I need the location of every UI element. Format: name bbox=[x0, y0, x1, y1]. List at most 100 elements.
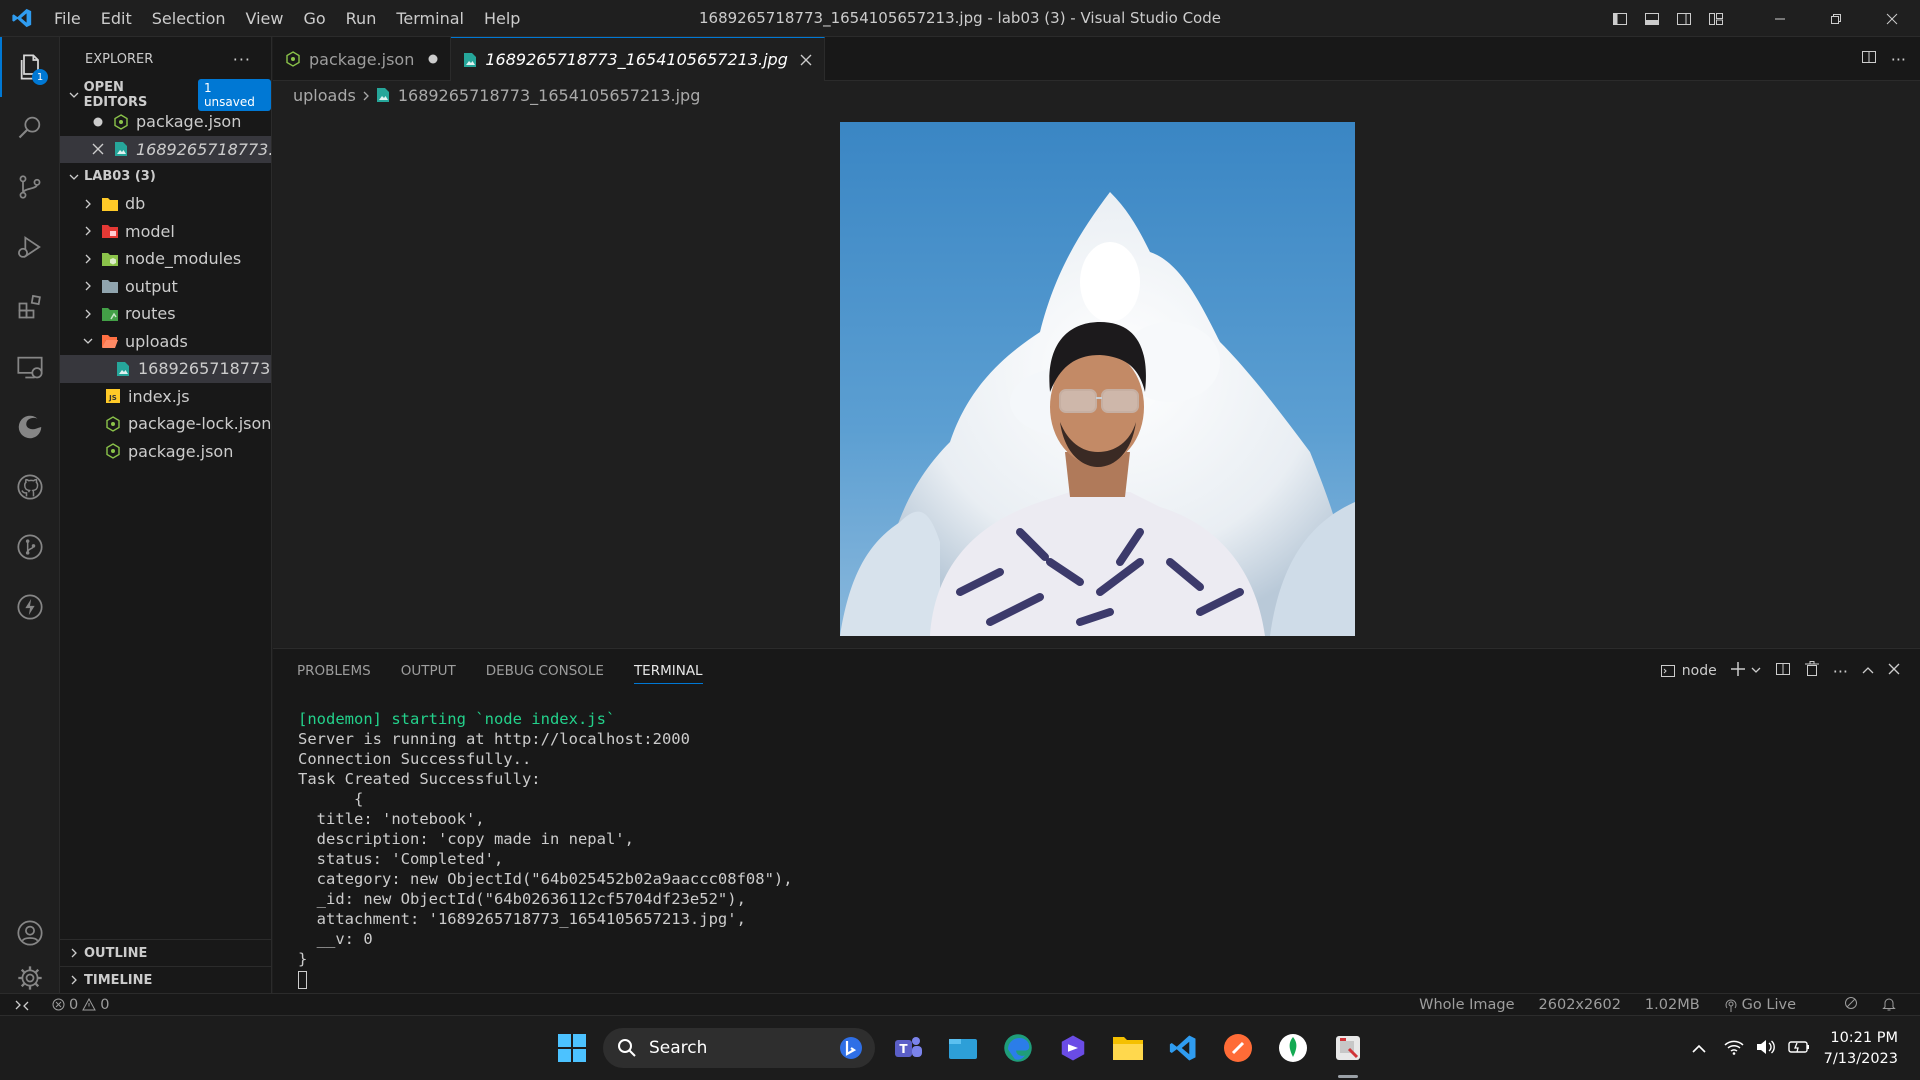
terminal-line: [nodemon] starting `node index.js` bbox=[298, 710, 616, 728]
file-item[interactable]: package-lock.json bbox=[60, 410, 271, 438]
settings-gear-icon[interactable] bbox=[0, 963, 60, 993]
toggle-secondary-sidebar-icon[interactable] bbox=[1668, 0, 1700, 37]
file-item[interactable]: JS index.js bbox=[60, 383, 271, 411]
bottom-panel: PROBLEMS OUTPUT DEBUG CONSOLE TERMINAL n… bbox=[273, 648, 1920, 993]
menu-edit[interactable]: Edit bbox=[91, 0, 142, 37]
split-terminal-icon[interactable] bbox=[1775, 661, 1791, 681]
unsaved-dot-icon[interactable] bbox=[428, 54, 438, 64]
open-editor-item[interactable]: package.json bbox=[60, 108, 271, 136]
postman-icon[interactable] bbox=[1216, 1026, 1260, 1070]
minimize-button[interactable] bbox=[1752, 0, 1808, 37]
image-size: 1.02MB bbox=[1644, 997, 1700, 1013]
system-clock[interactable]: 10:21 PM 7/13/2023 bbox=[1824, 1028, 1898, 1070]
file-item[interactable]: package.json bbox=[60, 438, 271, 466]
tab-terminal[interactable]: TERMINAL bbox=[633, 649, 703, 693]
open-editors-header[interactable]: OPEN EDITORS 1 unsaved bbox=[60, 78, 271, 111]
snipping-tool-icon[interactable] bbox=[1326, 1026, 1370, 1070]
svg-text:JS: JS bbox=[108, 394, 117, 402]
split-editor-icon[interactable] bbox=[1861, 49, 1877, 69]
tab-debug-console[interactable]: DEBUG CONSOLE bbox=[486, 649, 604, 693]
tab-output[interactable]: OUTPUT bbox=[401, 649, 456, 693]
problems-indicator[interactable]: 0 0 bbox=[52, 997, 109, 1013]
tab-package-json[interactable]: package.json bbox=[273, 37, 452, 81]
folder-item[interactable]: routes bbox=[60, 300, 271, 328]
edge-icon[interactable] bbox=[996, 1026, 1040, 1070]
accounts-icon[interactable] bbox=[0, 903, 60, 963]
windows-start-icon[interactable] bbox=[550, 1026, 594, 1070]
explorer-icon[interactable]: 1 bbox=[0, 37, 60, 97]
more-actions-icon[interactable]: ··· bbox=[233, 50, 251, 69]
breadcrumb-folder[interactable]: uploads bbox=[293, 86, 356, 105]
outline-header[interactable]: OUTLINE bbox=[60, 939, 271, 966]
thunder-client-icon[interactable] bbox=[0, 577, 60, 637]
chevron-right-icon bbox=[80, 281, 96, 291]
js-file-icon: JS bbox=[105, 388, 121, 404]
tab-problems[interactable]: PROBLEMS bbox=[297, 649, 371, 693]
menu-view[interactable]: View bbox=[236, 0, 294, 37]
json-file-icon bbox=[105, 443, 121, 460]
folder-item[interactable]: output bbox=[60, 273, 271, 301]
show-hidden-icons-chevron-up-icon[interactable] bbox=[1692, 1039, 1706, 1058]
mongodb-compass-icon[interactable] bbox=[1271, 1026, 1315, 1070]
project-header[interactable]: LAB03 (3) bbox=[60, 163, 271, 190]
image-preview[interactable] bbox=[840, 122, 1355, 636]
chevron-down-icon[interactable] bbox=[1751, 663, 1761, 679]
battery-icon[interactable] bbox=[1787, 1039, 1810, 1058]
file-explorer-icon[interactable] bbox=[1106, 1026, 1150, 1070]
menu-terminal[interactable]: Terminal bbox=[386, 0, 474, 37]
image-scope[interactable]: Whole Image bbox=[1419, 997, 1514, 1013]
source-control-icon[interactable] bbox=[0, 157, 60, 217]
file-item-selected[interactable]: 1689265718773... bbox=[60, 355, 271, 383]
folder-item[interactable]: model bbox=[60, 218, 271, 246]
unsaved-dot-icon[interactable] bbox=[90, 114, 106, 130]
json-file-icon bbox=[105, 415, 121, 432]
open-editor-item[interactable]: 1689265718773... bbox=[60, 135, 271, 163]
timeline-header[interactable]: TIMELINE bbox=[60, 966, 271, 993]
file-explorer-tile-icon[interactable] bbox=[941, 1026, 985, 1070]
folder-item-open[interactable]: uploads bbox=[60, 328, 271, 356]
wifi-icon[interactable] bbox=[1724, 1039, 1744, 1059]
restore-button[interactable] bbox=[1808, 0, 1864, 37]
menu-run[interactable]: Run bbox=[336, 0, 387, 37]
teams-icon[interactable]: T bbox=[886, 1026, 930, 1070]
feedback-icon[interactable] bbox=[1844, 996, 1858, 1014]
more-actions-icon[interactable]: ··· bbox=[1885, 50, 1912, 69]
menu-go[interactable]: Go bbox=[293, 0, 335, 37]
new-terminal-icon[interactable] bbox=[1730, 662, 1745, 680]
menu-file[interactable]: File bbox=[44, 0, 91, 37]
edge-devtools-icon[interactable] bbox=[0, 397, 60, 457]
active-app-indicator bbox=[1338, 1075, 1358, 1078]
tab-image[interactable]: 1689265718773_1654105657213.jpg bbox=[451, 37, 825, 81]
menu-selection[interactable]: Selection bbox=[142, 0, 236, 37]
more-actions-icon[interactable]: ··· bbox=[1833, 662, 1848, 681]
terminal-line: __v: 0 bbox=[298, 930, 373, 948]
trash-icon[interactable] bbox=[1804, 661, 1819, 681]
toggle-sidebar-icon[interactable] bbox=[1604, 0, 1636, 37]
extensions-icon[interactable] bbox=[0, 277, 60, 337]
breadcrumb-file[interactable]: 1689265718773_1654105657213.jpg bbox=[398, 86, 701, 105]
maximize-panel-icon[interactable] bbox=[1862, 663, 1874, 679]
go-live-button[interactable]: Go Live bbox=[1724, 997, 1820, 1013]
remote-indicator-icon[interactable] bbox=[0, 994, 44, 1016]
close-panel-icon[interactable] bbox=[1888, 663, 1900, 679]
customize-layout-icon[interactable] bbox=[1700, 0, 1732, 37]
terminal-output[interactable]: [nodemon] starting `node index.js` Server… bbox=[298, 709, 793, 989]
volume-icon[interactable] bbox=[1756, 1039, 1776, 1059]
folder-item[interactable]: db bbox=[60, 190, 271, 218]
bell-icon[interactable] bbox=[1882, 996, 1896, 1015]
menu-help[interactable]: Help bbox=[474, 0, 530, 37]
close-icon[interactable] bbox=[90, 141, 106, 157]
taskbar-search[interactable]: Search bbox=[603, 1028, 875, 1068]
terminal-selector[interactable]: node bbox=[1660, 663, 1717, 679]
run-debug-icon[interactable] bbox=[0, 217, 60, 277]
search-icon[interactable] bbox=[0, 97, 60, 157]
remote-explorer-icon[interactable] bbox=[0, 337, 60, 397]
copilot-icon[interactable] bbox=[1051, 1026, 1095, 1070]
git-graph-icon[interactable] bbox=[0, 517, 60, 577]
toggle-panel-icon[interactable] bbox=[1636, 0, 1668, 37]
folder-item[interactable]: node_modules bbox=[60, 245, 271, 273]
close-tab-icon[interactable] bbox=[800, 54, 812, 66]
vscode-taskbar-icon[interactable] bbox=[1161, 1026, 1205, 1070]
close-window-button[interactable] bbox=[1864, 0, 1920, 37]
github-icon[interactable] bbox=[0, 457, 60, 517]
